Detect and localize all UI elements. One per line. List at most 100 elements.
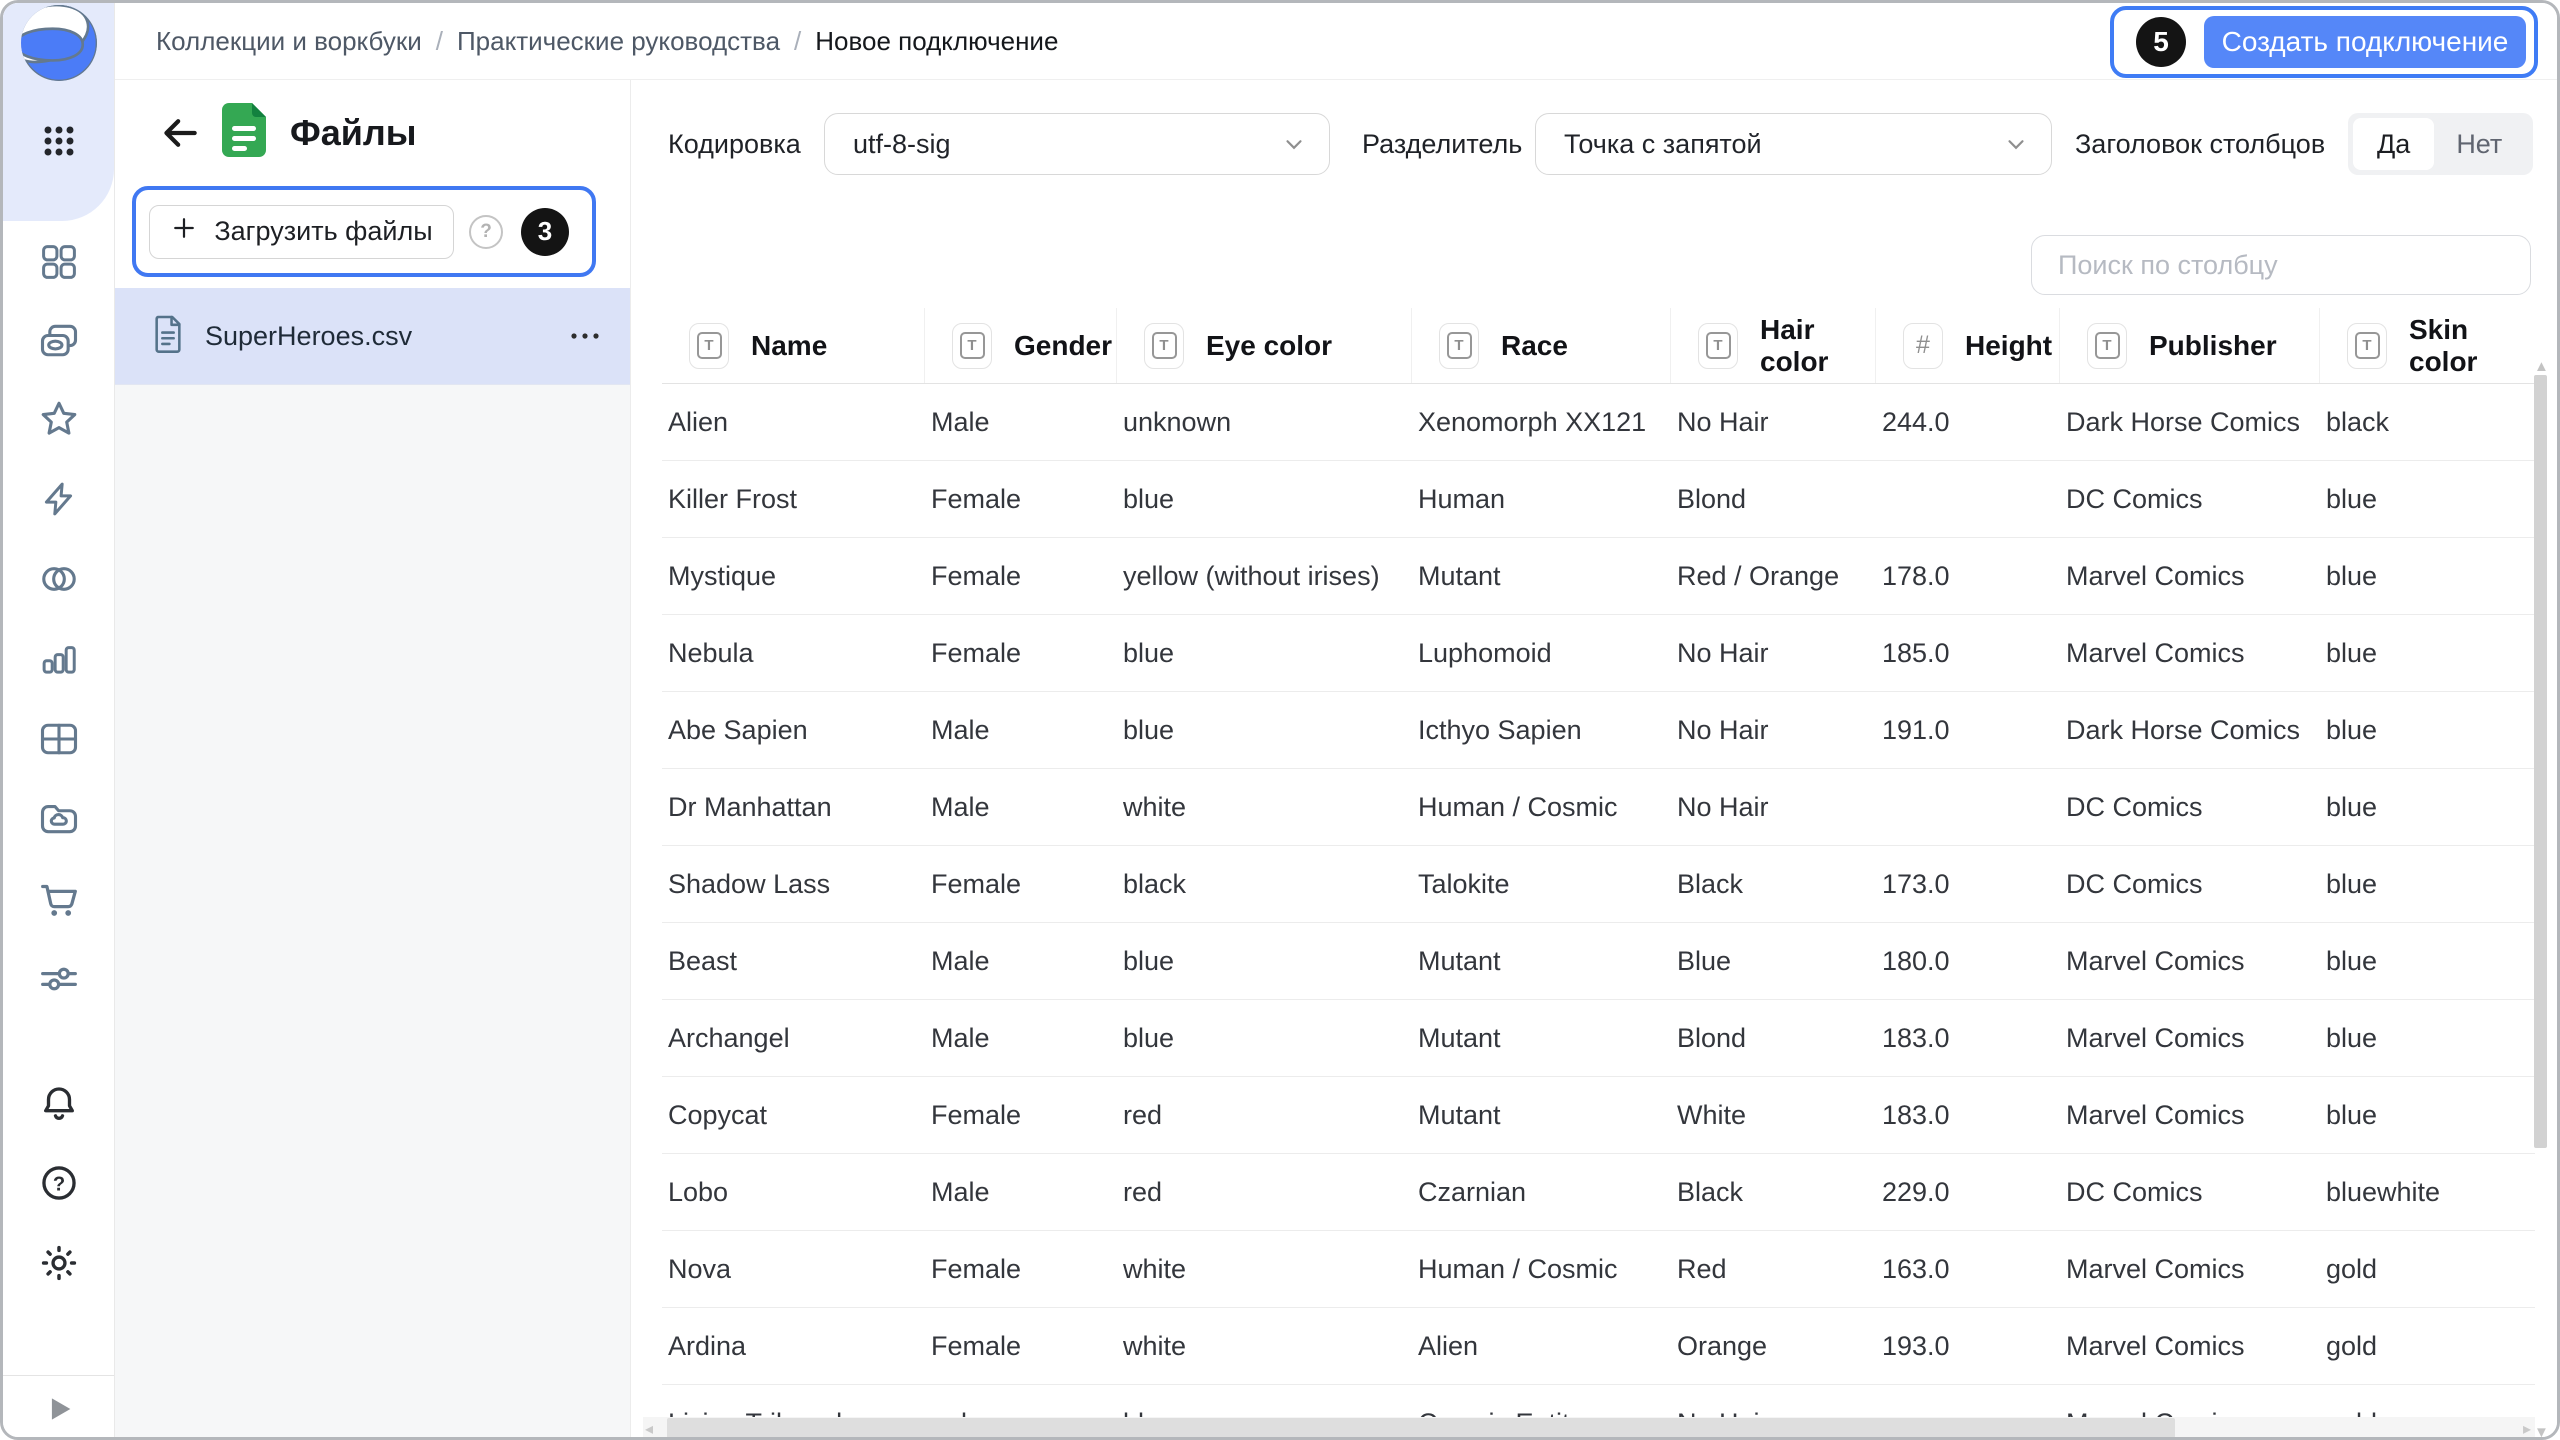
breadcrumb-item[interactable]: Коллекции и воркбуки <box>156 26 422 57</box>
table-body: AlienMaleunknownXenomorph XX121No Hair24… <box>662 384 2535 1440</box>
text-type-icon: T <box>1144 323 1184 369</box>
nav-service-settings[interactable] <box>3 953 114 1009</box>
nav-tiles[interactable] <box>3 236 114 292</box>
table-cell: Black <box>1671 1154 1876 1230</box>
breadcrumb-separator: / <box>794 26 801 57</box>
table-cell: 183.0 <box>1876 1000 2060 1076</box>
nav-datasets[interactable] <box>3 553 114 609</box>
table-cell: Human / Cosmic <box>1412 1231 1671 1307</box>
table-cell: Alien <box>662 384 925 460</box>
scroll-left-icon[interactable]: ◂ <box>645 1419 653 1439</box>
back-button[interactable] <box>156 109 204 157</box>
lightning-icon <box>38 478 80 525</box>
table-cell <box>1876 461 2060 537</box>
settings[interactable] <box>3 1237 114 1293</box>
table-cell: blue <box>2320 692 2535 768</box>
gear-icon <box>38 1242 80 1289</box>
table-cell: Male <box>925 923 1117 999</box>
document-icon <box>151 314 185 359</box>
nav-dashboards[interactable] <box>3 713 114 769</box>
create-connection-button[interactable]: Создать подключение <box>2204 16 2526 68</box>
table-cell: Human / Cosmic <box>1412 769 1671 845</box>
column-header: TEye color <box>1117 308 1412 383</box>
table-cell: Xenomorph XX121 <box>1412 384 1671 460</box>
column-search-input[interactable] <box>2031 235 2531 295</box>
nav-storage[interactable] <box>3 793 114 849</box>
table-row: CopycatFemaleredMutantWhite183.0Marvel C… <box>662 1077 2535 1154</box>
table-cell: Human <box>1412 461 1671 537</box>
table-cell: DC Comics <box>2060 769 2320 845</box>
encoding-select[interactable]: utf-8-sig <box>824 113 1330 175</box>
table-cell: Female <box>925 846 1117 922</box>
upload-files-label: Загрузить файлы <box>214 216 432 247</box>
scroll-up-icon[interactable]: ▲ <box>2534 360 2547 373</box>
table-cell: DC Comics <box>2060 846 2320 922</box>
tiles-icon <box>38 241 80 288</box>
chevron-down-icon <box>2003 131 2029 157</box>
table-cell: blue <box>1117 692 1412 768</box>
nav-favorites[interactable] <box>3 393 114 449</box>
table-cell: Female <box>925 1231 1117 1307</box>
number-type-icon: # <box>1903 323 1943 369</box>
table-cell: Beast <box>662 923 925 999</box>
datalens-logo[interactable] <box>3 17 114 73</box>
table-cell: blue <box>1117 615 1412 691</box>
table-cell: No Hair <box>1671 769 1876 845</box>
table-row: Killer FrostFemaleblueHumanBlondDC Comic… <box>662 461 2535 538</box>
table-cell: 173.0 <box>1876 846 2060 922</box>
header-toggle-no[interactable]: Нет <box>2434 118 2524 170</box>
table-icon <box>37 717 81 766</box>
table-cell: Black <box>1671 846 1876 922</box>
nav-marketplace[interactable] <box>3 873 114 929</box>
header-toggle-yes[interactable]: Да <box>2353 118 2434 170</box>
column-label: Skin color <box>2409 314 2535 378</box>
data-preview-table: TNameTGenderTEye colorTRaceTHair color#H… <box>662 308 2535 1440</box>
notifications[interactable] <box>3 1077 114 1133</box>
apps-switcher[interactable] <box>3 115 114 171</box>
nav-collections[interactable] <box>3 315 114 371</box>
expand-icon <box>42 1392 76 1431</box>
table-cell: 178.0 <box>1876 538 2060 614</box>
table-cell: Female <box>925 1077 1117 1153</box>
encoding-label: Кодировка <box>668 111 801 177</box>
table-cell: 191.0 <box>1876 692 2060 768</box>
table-cell: blue <box>1117 923 1412 999</box>
nav-connections[interactable] <box>3 473 114 529</box>
table-cell: blue <box>1117 1000 1412 1076</box>
table-cell: Marvel Comics <box>2060 1231 2320 1307</box>
column-header: TPublisher <box>2060 308 2320 383</box>
nav-charts[interactable] <box>3 633 114 689</box>
table-cell: blue <box>2320 923 2535 999</box>
step-badge-5: 5 <box>2136 17 2186 67</box>
table-cell: Dr Manhattan <box>662 769 925 845</box>
left-rail: ? <box>3 3 115 1437</box>
file-more-menu[interactable] <box>568 330 602 342</box>
delimiter-label: Разделитель <box>1362 111 1522 177</box>
table-cell: white <box>1117 769 1412 845</box>
table-cell: white <box>1117 1231 1412 1307</box>
horizontal-scrollbar: ◂ ▸ <box>643 1417 2535 1439</box>
breadcrumb-item[interactable]: Практические руководства <box>457 26 780 57</box>
horizontal-scrollbar-thumb[interactable] <box>667 1418 2175 1438</box>
table-row: Abe SapienMaleblueIcthyo SapienNo Hair19… <box>662 692 2535 769</box>
column-header: TGender <box>925 308 1117 383</box>
annotation-step-3: Загрузить файлы ? 3 <box>132 186 596 277</box>
delimiter-select[interactable]: Точка с запятой <box>1535 113 2052 175</box>
table-cell: Dark Horse Comics <box>2060 384 2320 460</box>
scroll-right-icon[interactable]: ▸ <box>2523 1419 2531 1439</box>
vertical-scrollbar-thumb[interactable] <box>2534 375 2547 1148</box>
table-row: NovaFemalewhiteHuman / CosmicRed163.0Mar… <box>662 1231 2535 1308</box>
sliders-icon <box>36 956 82 1007</box>
text-type-icon: T <box>952 323 992 369</box>
table-cell: Orange <box>1671 1308 1876 1384</box>
column-header: TName <box>662 308 925 383</box>
scroll-down-icon[interactable]: ▼ <box>2534 1426 2547 1439</box>
table-cell: 185.0 <box>1876 615 2060 691</box>
text-type-icon: T <box>2087 323 2127 369</box>
table-cell: Nebula <box>662 615 925 691</box>
help[interactable]: ? <box>3 1157 114 1213</box>
expand-sidebar-button[interactable] <box>3 1385 114 1437</box>
file-list-item[interactable]: SuperHeroes.csv <box>114 288 630 385</box>
upload-files-button[interactable]: Загрузить файлы <box>149 205 454 259</box>
upload-help-icon[interactable]: ? <box>469 215 503 249</box>
